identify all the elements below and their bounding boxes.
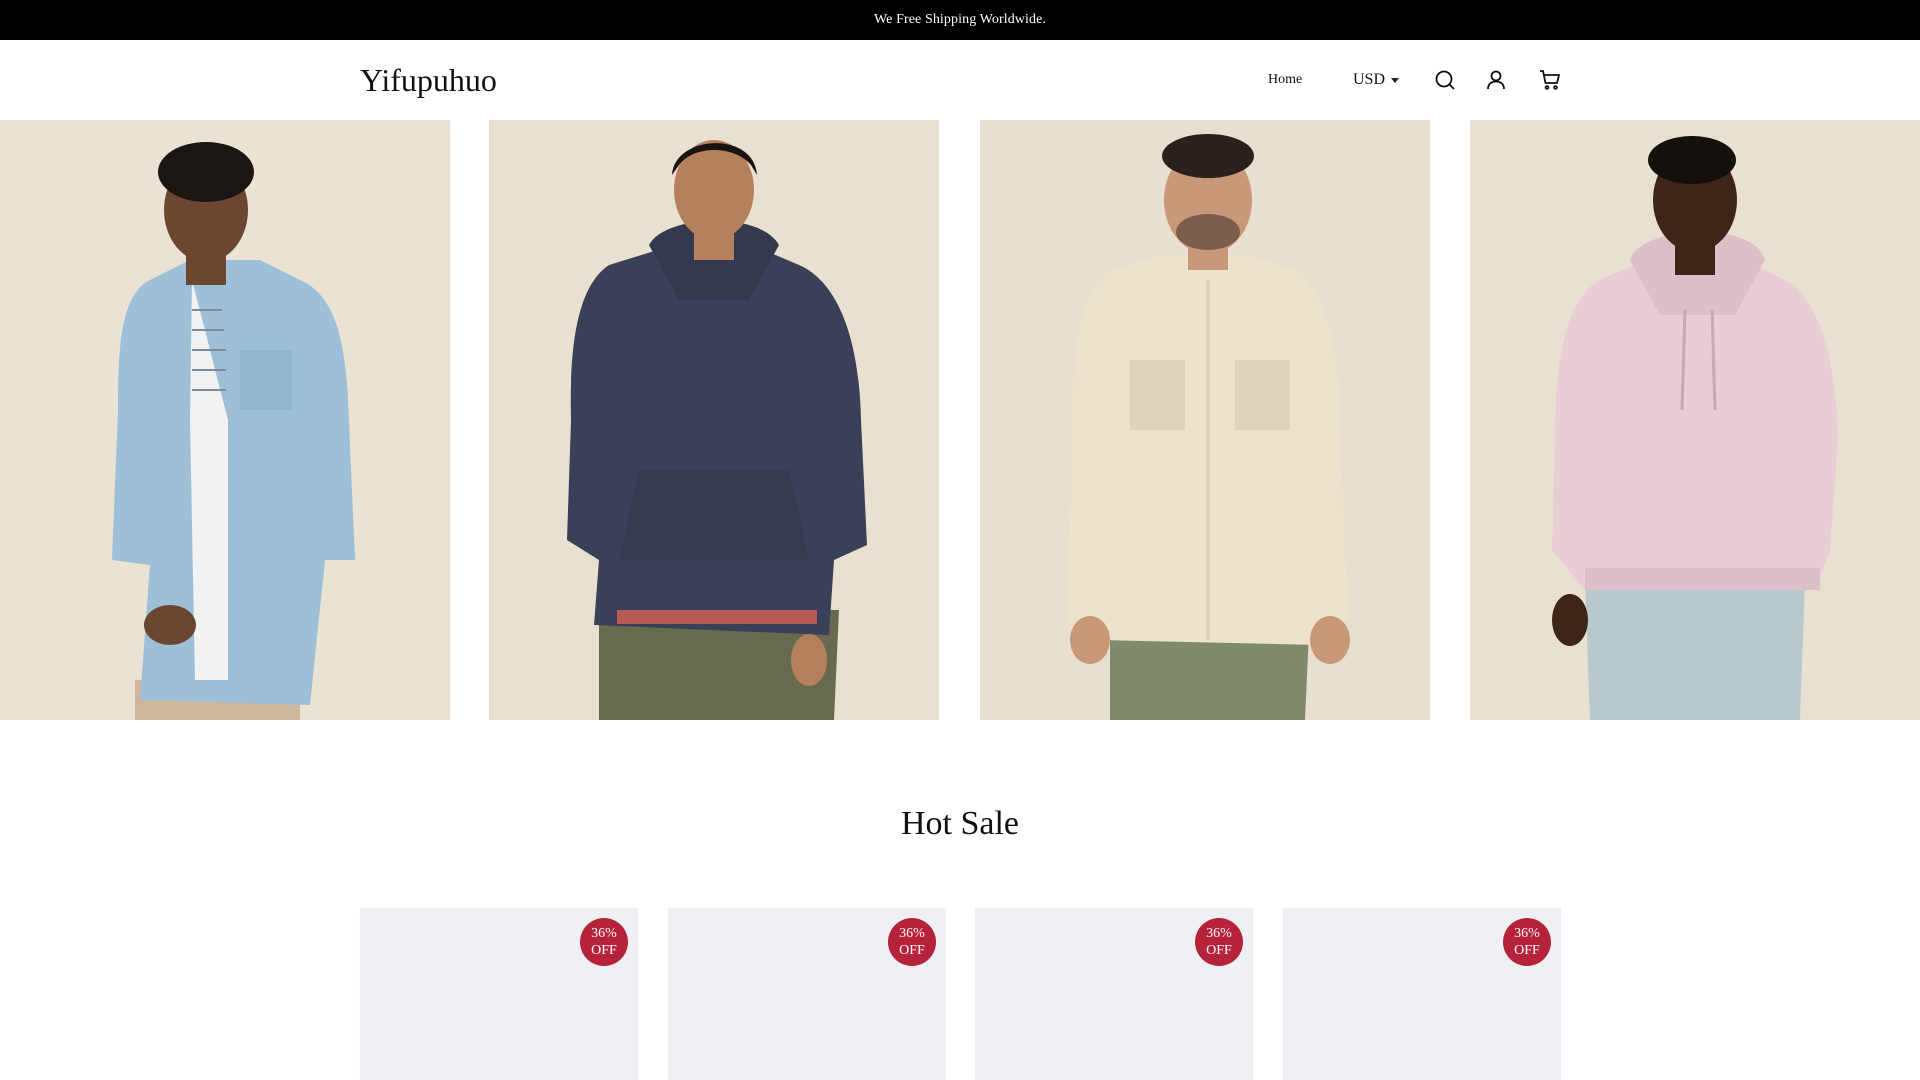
hot-sale-title: Hot Sale bbox=[900, 805, 1020, 842]
discount-off-label: OFF bbox=[1514, 943, 1540, 958]
discount-off-label: OFF bbox=[1206, 943, 1232, 958]
product-card[interactable]: 36% OFF bbox=[668, 908, 946, 1080]
account-icon[interactable] bbox=[1484, 68, 1508, 92]
product-card[interactable]: 36% OFF bbox=[360, 908, 638, 1080]
currency-selector[interactable]: USD bbox=[1353, 69, 1400, 91]
hero-image-cream-shirt[interactable] bbox=[980, 120, 1430, 720]
product-card[interactable]: 36% OFF bbox=[1283, 908, 1561, 1080]
product-card[interactable]: 36% OFF bbox=[975, 908, 1253, 1080]
cart-icon[interactable] bbox=[1538, 68, 1562, 92]
discount-off-label: OFF bbox=[591, 943, 617, 958]
discount-percent: 36% bbox=[591, 926, 617, 941]
search-icon[interactable] bbox=[1433, 68, 1457, 92]
nav-home-link[interactable]: Home bbox=[1268, 70, 1302, 90]
discount-badge: 36% OFF bbox=[888, 918, 936, 966]
site-header: Yifupuhuo Home USD bbox=[0, 40, 1920, 120]
hero-image-navy-hoodie[interactable] bbox=[489, 120, 939, 720]
caret-down-icon bbox=[1391, 77, 1400, 83]
discount-badge: 36% OFF bbox=[580, 918, 628, 966]
discount-off-label: OFF bbox=[899, 943, 925, 958]
hero-image-denim-shirt[interactable] bbox=[0, 120, 450, 720]
announcement-bar: We Free Shipping Worldwide. bbox=[0, 0, 1920, 40]
announcement-text: We Free Shipping Worldwide. bbox=[873, 12, 1047, 27]
discount-percent: 36% bbox=[1514, 926, 1540, 941]
discount-badge: 36% OFF bbox=[1503, 918, 1551, 966]
discount-badge: 36% OFF bbox=[1195, 918, 1243, 966]
store-logo[interactable]: Yifupuhuo bbox=[360, 60, 497, 100]
hero-image-pink-hoodie[interactable] bbox=[1470, 120, 1920, 720]
discount-percent: 36% bbox=[1206, 926, 1232, 941]
discount-percent: 36% bbox=[899, 926, 925, 941]
currency-value: USD bbox=[1353, 71, 1386, 88]
hero-banner bbox=[0, 120, 1920, 720]
